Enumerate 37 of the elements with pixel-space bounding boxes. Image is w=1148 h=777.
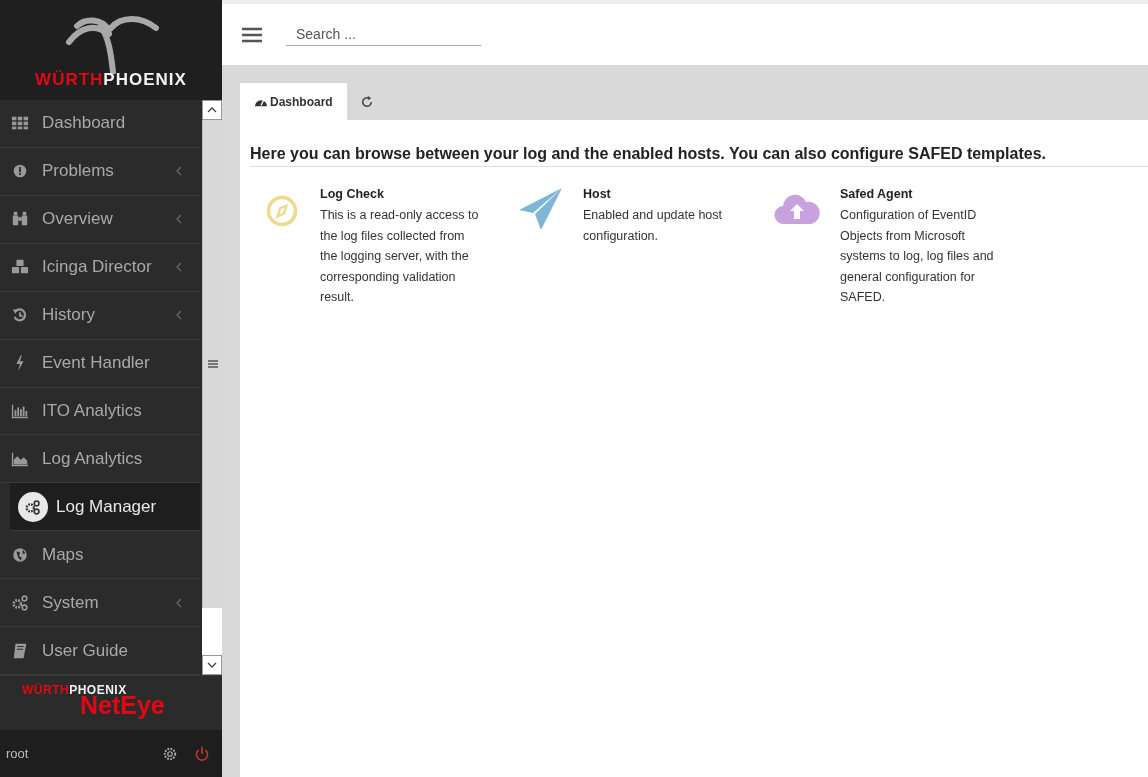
card-description: Enabled and update host configuration. <box>583 207 723 245</box>
card-title[interactable]: Safed Agent <box>840 187 1000 201</box>
menu-item[interactable]: History <box>0 291 200 340</box>
card-description: This is a read-only access to the log files collected from the logging server, with the corresponding validation result. <box>320 207 480 306</box>
settings-icon[interactable] <box>162 745 178 762</box>
scroll-up-button[interactable] <box>202 100 222 120</box>
username: root <box>6 746 30 761</box>
scrollbar[interactable] <box>202 100 222 675</box>
refresh-icon[interactable] <box>360 95 373 108</box>
globe-icon <box>10 545 30 564</box>
dashboard-tab[interactable]: Dashboard <box>240 83 347 120</box>
menu-item[interactable]: Event Handler <box>0 339 200 388</box>
menu-item[interactable]: Dashboard <box>0 100 200 148</box>
card-title[interactable]: Log Check <box>320 187 480 201</box>
card-title[interactable]: Host <box>583 187 743 201</box>
menu-item[interactable]: System <box>0 579 200 628</box>
card-description: Configuration of EventID Objects from Microsoft systems to log, log files and general configuration for SAFED. <box>840 207 995 306</box>
menu-item[interactable]: Problems <box>0 147 200 196</box>
menu-item[interactable]: Log Manager <box>10 483 200 532</box>
menu-item[interactable]: Icinga Director <box>0 243 200 292</box>
page-heading: Here you can browse between your log and the enabled hosts. You can also configure SAFED templates. <box>250 145 1148 167</box>
brand-text: WÜRTH <box>35 70 104 89</box>
power-icon[interactable] <box>194 745 210 762</box>
bar-chart-icon <box>10 402 30 420</box>
brand-text: WÜRTH <box>22 683 70 697</box>
caret-icon <box>207 107 217 113</box>
paper-plane-icon[interactable] <box>519 187 563 231</box>
menu-icon[interactable] <box>242 26 262 43</box>
scroll-down-button[interactable] <box>202 655 222 675</box>
menu-item[interactable]: ITO Analytics <box>0 387 200 436</box>
menu-item[interactable]: Overview <box>0 195 200 244</box>
caret-icon <box>207 662 217 668</box>
gears-icon <box>10 593 30 612</box>
cloud-upload-icon[interactable] <box>774 193 820 225</box>
menu-item[interactable]: Maps <box>0 531 200 580</box>
gears-icon <box>18 491 48 522</box>
brand-text: PHOENIX <box>103 70 187 89</box>
